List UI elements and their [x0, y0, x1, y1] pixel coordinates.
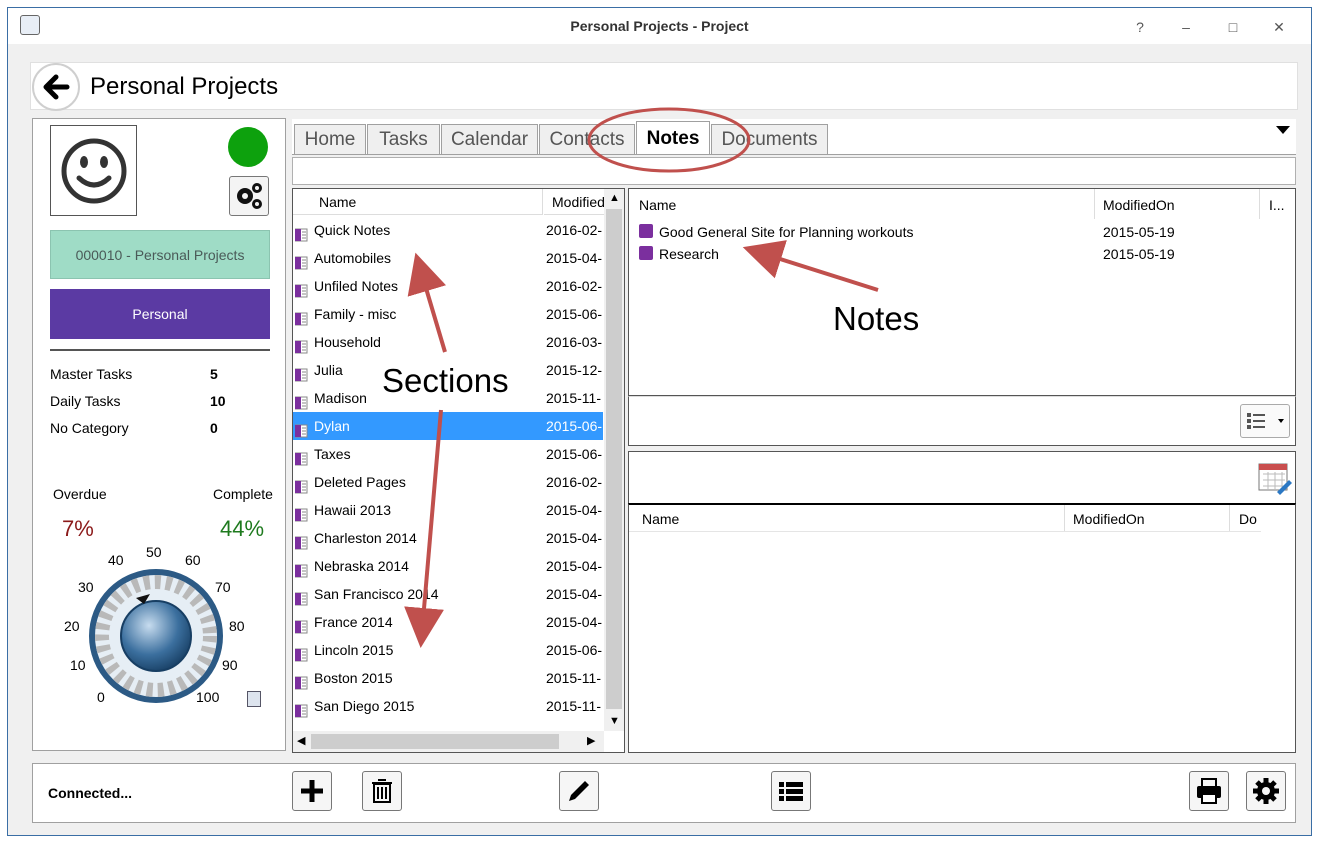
annotation-arrow	[742, 240, 879, 292]
annotation-overlay	[404, 107, 879, 648]
annotation-arrow	[407, 252, 447, 353]
annotation-arrow	[404, 409, 444, 648]
highlight-ellipse	[587, 107, 751, 173]
annotation-label-notes: Notes	[833, 300, 920, 337]
annotation-label-sections: Sections	[382, 362, 509, 399]
